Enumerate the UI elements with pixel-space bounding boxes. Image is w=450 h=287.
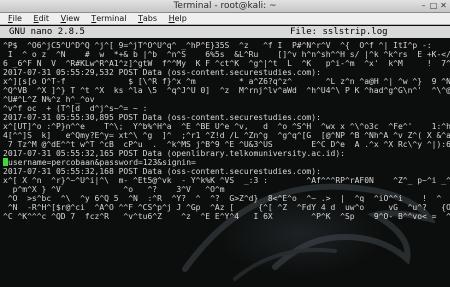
- log-line: ^N -R^H^[$r@^ci ^A^O ^^F ^CS^p^j J ^Gp ^…: [3, 203, 450, 212]
- close-icon[interactable]: ✕: [439, 2, 448, 10]
- log-line: ^U#^L^Z N%^z h^_^ov: [3, 95, 95, 104]
- log-line: 2017-07-31 05:55:29,532 POST Data (oss-c…: [3, 68, 321, 77]
- log-line: ^P$ ^O6^jC5^U^D^Q ^j^[ 9=^jT^O^U^q^ _^hP…: [3, 41, 432, 50]
- menu-help[interactable]: Help: [169, 13, 187, 24]
- log-line: 2017-07-31 05:55:30,895 POST Data (oss-c…: [3, 113, 321, 122]
- menu-edit[interactable]: Edit: [34, 13, 50, 24]
- log-line: x^[ X ^n ^r}^~^U^i|^\ m- ^Et5@^vk - Y^k%…: [3, 176, 450, 185]
- maximize-icon[interactable]: □: [429, 2, 438, 10]
- menu-file[interactable]: File: [8, 13, 22, 24]
- log-line: ^v^f oc + (T^[d d^j^s~^= ~ :: [3, 104, 148, 113]
- minimize-icon[interactable]: –: [419, 2, 428, 10]
- menu-bar: File Edit View Terminal Tabs Help: [0, 13, 450, 25]
- terminal-window: Terminal - root@kali: ~ – □ ✕ File Edit …: [0, 0, 450, 287]
- nano-version: GNU nano 2.8.5: [9, 27, 85, 37]
- nano-filename: File: sslstrip.log: [290, 27, 388, 37]
- log-content[interactable]: ^P$ ^O6^jC5^U^D^Q ^j^[ 9=^jT^O^U^q^ _^hP…: [0, 39, 450, 287]
- log-line: 2017-07-31 05:55:32,165 POST Data (openl…: [3, 149, 345, 158]
- log-line: I ^ o z ^N # w *+& b |^b ^n^S 6%5s &L^Ru…: [3, 50, 450, 59]
- log-line: 6 _6^F N V ^R#KLw^R^A1^z]^gtW f^^My K F …: [3, 59, 450, 68]
- menu-tabs[interactable]: Tabs: [138, 13, 157, 24]
- log-line: ^C ^K^^^c ^QD 7 fcz^R ^v^tu6^Z ^z ^E E^Y…: [3, 212, 450, 221]
- log-line-credentials: username=percobaan&password=123&signin=: [3, 158, 196, 167]
- log-line: ^O >s^bc ^\ ^y 6^Q 5 ^N :^R ^Y? ^ ^? G>Z…: [3, 194, 450, 203]
- menu-terminal[interactable]: Terminal: [91, 13, 126, 24]
- log-line: ^Q^VB ^X ]^} T ^t ^X ks ^la \5 ^q^J^U 0]…: [3, 86, 450, 95]
- window-title: Terminal - root@kali: ~: [173, 1, 277, 11]
- log-line: 4[^^]S k] e^Qmy?E^y= xt^\ ^g ]^ ;^r1 ^Z!…: [3, 131, 450, 140]
- log-line: x^][s[o O^T-f $ [\^R f}^x ^m * a^Z6?q^z^…: [3, 77, 450, 86]
- log-line: x^[UT]^o :^P}n^^e T^\; Y^b%^H^a ^E ^BE U…: [3, 122, 450, 131]
- menu-view[interactable]: View: [61, 13, 80, 24]
- log-line: p^m^X } ^V ^o ^? 3^V ^O^m: [3, 185, 225, 194]
- log-line: 7 Tz^M @^dE^^t w^T ^cB cP^u . ^k^MS j^B^…: [3, 140, 450, 149]
- title-bar[interactable]: Terminal - root@kali: ~ – □ ✕: [0, 0, 450, 13]
- log-line: 2017-07-31 05:55:32,168 POST Data (oss-c…: [3, 167, 321, 176]
- nano-header-bar: GNU nano 2.8.5 File: sslstrip.log: [0, 26, 450, 38]
